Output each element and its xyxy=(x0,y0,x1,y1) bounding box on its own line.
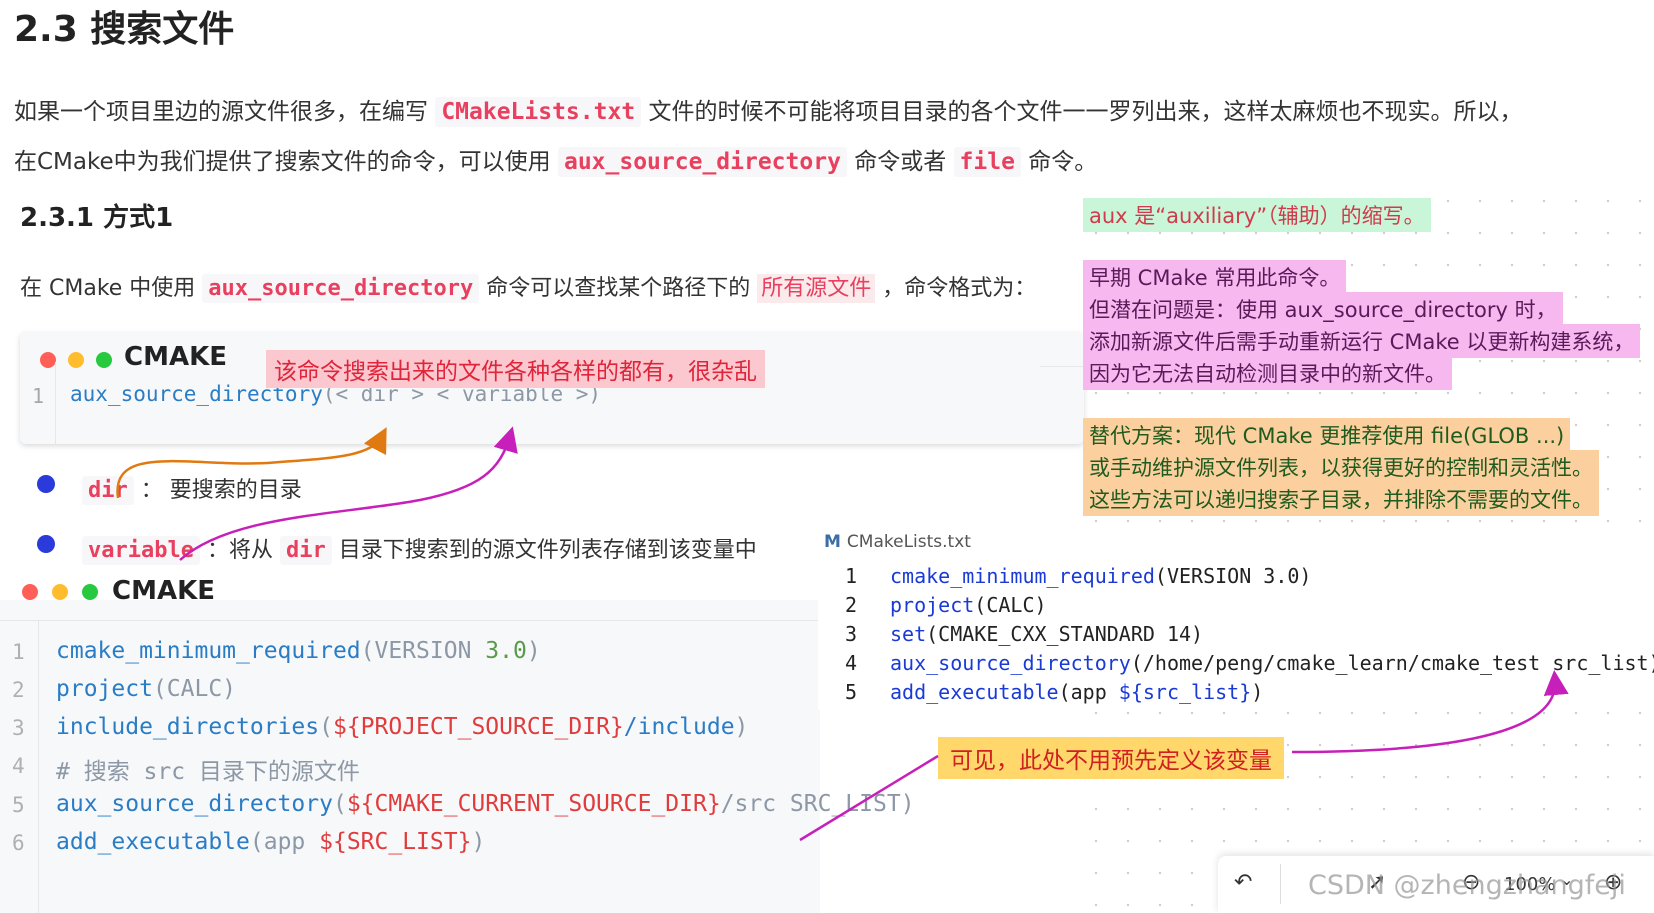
arrow-to-code xyxy=(799,754,939,842)
toolbar-divider xyxy=(1280,864,1281,904)
annotation-arrows xyxy=(116,426,1569,842)
watermark: CSDN @zhengzhangfeji xyxy=(1308,870,1626,901)
arrow-dir xyxy=(116,427,387,499)
arrow-to-src-list xyxy=(1291,670,1569,754)
undo-icon[interactable]: ↶ xyxy=(1234,870,1252,895)
